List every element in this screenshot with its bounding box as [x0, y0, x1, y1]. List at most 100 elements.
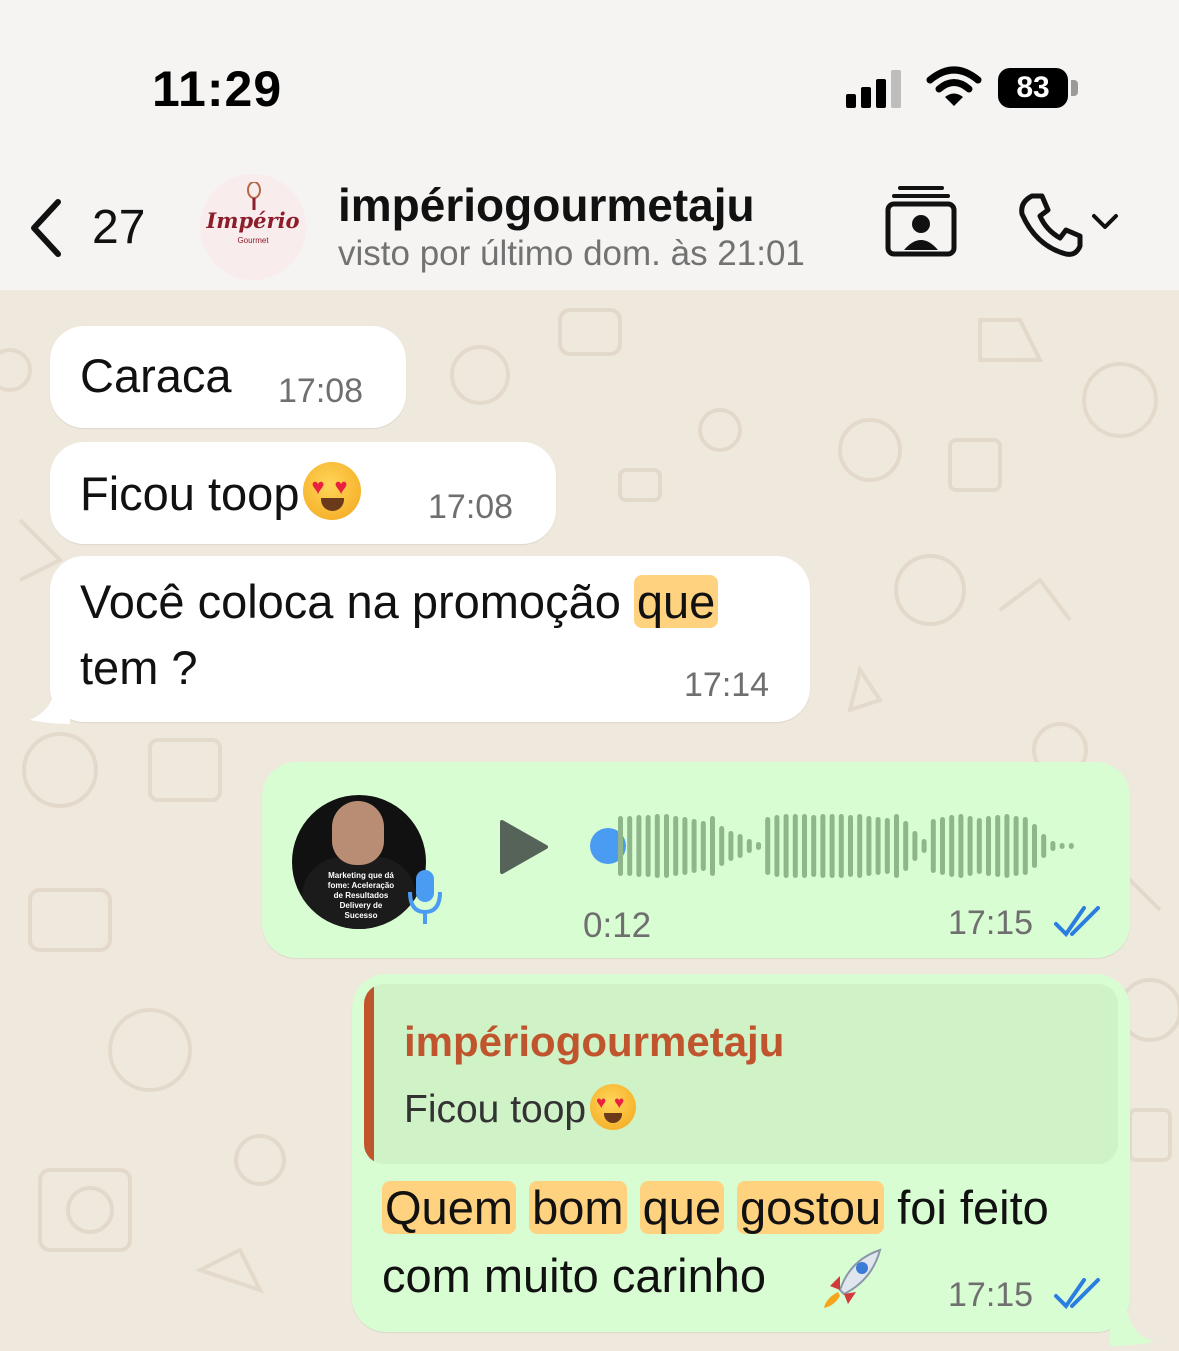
waveform-bar	[783, 814, 789, 878]
message-time: 17:15	[948, 904, 1034, 942]
message-text: Você coloca na promoção que	[80, 574, 719, 629]
waveform-bar	[986, 816, 991, 876]
waveform-bar	[710, 816, 715, 876]
waveform-bar	[949, 815, 955, 877]
last-seen: visto por último dom. às 21:01	[338, 234, 805, 273]
waveform-bar	[792, 814, 798, 878]
waveform-bar	[673, 816, 679, 876]
waveform-bar	[866, 816, 872, 876]
heart-eyes-emoji: ♥ ♥	[303, 462, 362, 520]
quote-text: Ficou toop ♥ ♥	[404, 1084, 637, 1132]
highlighted-word: que	[639, 1181, 724, 1234]
status-time: 11:29	[152, 61, 283, 117]
waveform-bar	[636, 815, 642, 877]
bubble-tail	[30, 690, 70, 724]
highlighted-word: gostou	[737, 1181, 885, 1234]
message-time: 17:14	[684, 666, 770, 704]
read-ticks-icon	[1054, 906, 1100, 938]
message-time: 17:08	[428, 488, 514, 526]
waveform-bar	[654, 814, 660, 878]
waveform-bar	[691, 819, 697, 873]
message-text: Ficou toop ♥ ♥	[80, 462, 362, 521]
waveform-bar	[838, 814, 844, 878]
waveform-bar	[820, 814, 826, 878]
play-icon[interactable]	[498, 820, 548, 874]
battery-icon: 83	[998, 68, 1068, 108]
bubble-tail	[1110, 1312, 1154, 1346]
back-unread-count[interactable]: 27	[92, 200, 145, 255]
waveform-bar	[618, 816, 623, 876]
quote-author: impériogourmetaju	[404, 1018, 785, 1065]
waveform-bar	[1050, 841, 1056, 851]
message-text-content: Ficou toop	[80, 467, 300, 520]
waveform-bar	[1068, 843, 1074, 849]
battery-nub	[1071, 80, 1078, 96]
waveform-bar	[930, 819, 936, 873]
waveform-bar	[765, 817, 771, 875]
message-bubble-incoming[interactable]: Ficou toop ♥ ♥ 17:08	[50, 442, 556, 544]
waveform-bar	[1004, 814, 1010, 878]
message-bubble-incoming[interactable]: Caraca 17:08	[50, 326, 406, 428]
waveform-bar	[958, 814, 964, 878]
message-text: Caraca	[80, 349, 232, 402]
avatar-shirt-text: Marketing que dá fome: Aceleração de Res…	[327, 871, 395, 920]
waveform-bar	[1041, 834, 1047, 858]
waveform-bar	[756, 842, 761, 850]
quoted-message[interactable]: impériogourmetaju Ficou toop ♥ ♥	[364, 984, 1118, 1164]
message-bubble-incoming[interactable]: Você coloca na promoção que tem ? 17:14	[50, 556, 810, 722]
quote-text-content: Ficou toop	[404, 1088, 587, 1131]
waveform-bar	[921, 839, 927, 853]
waveform-bar	[746, 839, 752, 853]
waveform-bar	[875, 817, 881, 875]
highlighted-word: Quem	[382, 1181, 516, 1234]
waveform-bar	[1059, 843, 1065, 849]
whisk-icon	[247, 182, 261, 210]
waveform-bar	[811, 815, 817, 877]
waveform-bar	[682, 817, 688, 875]
highlighted-word: bom	[529, 1181, 627, 1234]
waveform-bar	[774, 815, 780, 877]
highlighted-word: que	[633, 575, 719, 628]
chevron-down-icon[interactable]	[1090, 212, 1120, 232]
waveform-bar	[857, 814, 863, 878]
waveform-bar	[700, 821, 706, 871]
waveform-bar	[903, 821, 909, 871]
read-ticks-icon	[1054, 1278, 1100, 1310]
waveform-bar	[940, 817, 945, 875]
contact-card-icon[interactable]	[884, 184, 958, 258]
waveform-bar	[976, 818, 982, 874]
waveform-bar	[719, 826, 725, 866]
signal-icon	[846, 70, 901, 108]
waveform-bar	[1032, 824, 1037, 868]
waveform-bar	[645, 815, 651, 877]
reply-text-line-1: Quem bom que gostou foi feito	[382, 1180, 1049, 1235]
back-chevron-icon[interactable]	[24, 198, 68, 258]
waveform-bar	[884, 818, 890, 874]
chat-header: 27 Império Gourmet impériogourmetaju vis…	[0, 150, 1179, 290]
waveform-bar	[802, 814, 807, 878]
mic-icon	[408, 870, 442, 924]
waveform-bar	[912, 831, 918, 861]
message-text: tem ?	[80, 641, 198, 694]
message-time: 17:08	[278, 372, 364, 410]
waveform-bar	[829, 814, 835, 878]
waveform-bar	[728, 831, 734, 861]
chat-area[interactable]: Caraca 17:08 Ficou toop ♥ ♥ 17:08 Você col…	[0, 290, 1179, 1351]
waveform-bar	[627, 816, 633, 876]
status-bar: 11:29 83	[0, 0, 1179, 150]
phone-icon[interactable]	[1016, 190, 1086, 260]
waveform-bar	[1013, 816, 1019, 876]
waveform-bar	[967, 816, 973, 876]
voice-waveform[interactable]	[588, 805, 1088, 885]
contact-avatar[interactable]: Império Gourmet	[200, 174, 306, 280]
avatar-logo-subtext: Gourmet	[237, 236, 269, 245]
waveform-bar	[664, 814, 669, 878]
contact-name[interactable]: impériogourmetaju	[338, 178, 755, 232]
message-time: 17:15	[948, 1276, 1034, 1314]
waveform-bar	[995, 815, 1001, 877]
rocket-emoji	[824, 1248, 882, 1308]
avatar-logo-text: Império	[206, 208, 300, 233]
waveform-bar	[1022, 817, 1028, 875]
heart-eyes-emoji: ♥ ♥	[590, 1084, 637, 1130]
quote-bar	[364, 984, 374, 1164]
